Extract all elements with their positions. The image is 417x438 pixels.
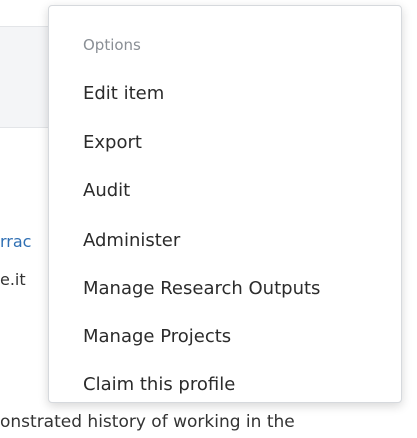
menu-header: Options (83, 36, 141, 54)
background-link-fragment[interactable]: rrac (0, 232, 31, 251)
background-text-fragment: e.it (0, 270, 26, 289)
menu-item-claim-this-profile[interactable]: Claim this profile (83, 374, 235, 396)
menu-item-manage-projects[interactable]: Manage Projects (83, 326, 231, 348)
menu-item-export[interactable]: Export (83, 132, 142, 154)
options-dropdown-menu: Options Edit item Export Audit Administe… (48, 5, 402, 403)
menu-item-manage-research-outputs[interactable]: Manage Research Outputs (83, 278, 320, 300)
background-description-fragment: onstrated history of working in the (0, 412, 295, 432)
menu-item-audit[interactable]: Audit (83, 180, 130, 202)
menu-item-administer[interactable]: Administer (83, 230, 180, 252)
menu-item-edit-item[interactable]: Edit item (83, 83, 164, 105)
page-viewport: rrac e.it onstrated history of working i… (0, 0, 417, 438)
